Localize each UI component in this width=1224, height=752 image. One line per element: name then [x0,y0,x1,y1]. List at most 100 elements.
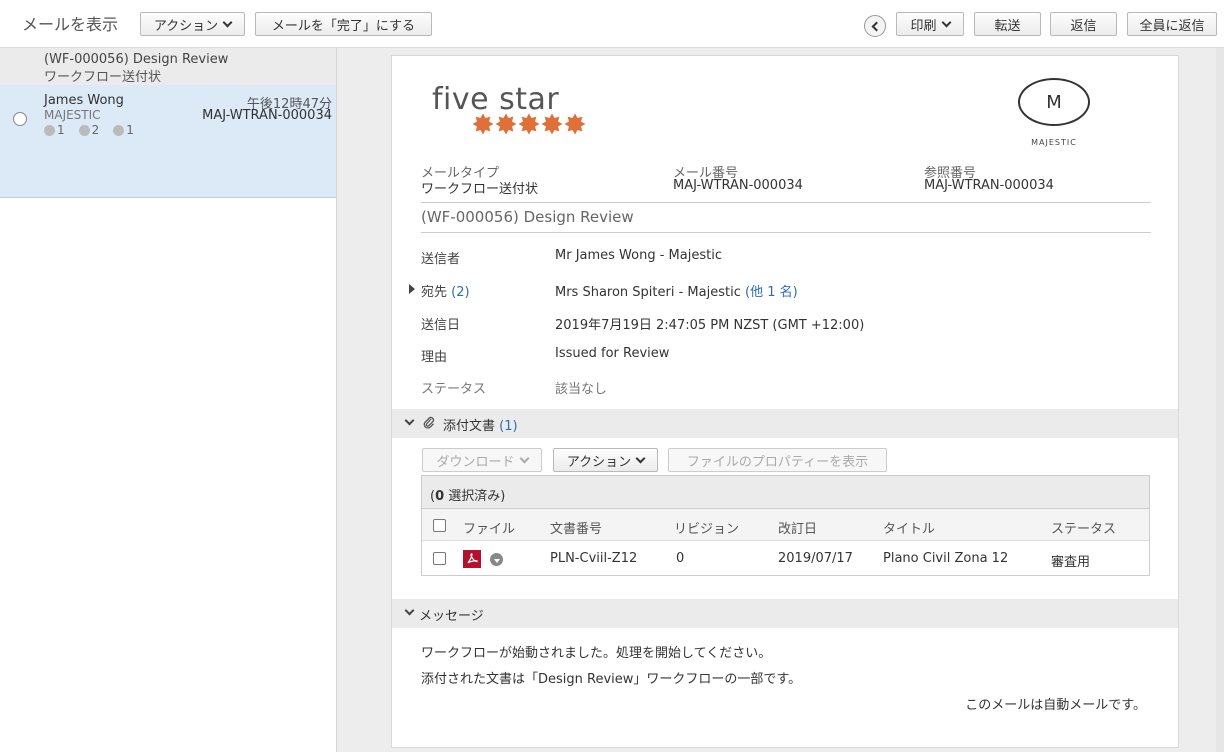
pdf-file-icon[interactable] [463,550,481,568]
attachment-icon [113,124,125,136]
thread-type: ワークフロー送付状 [44,70,162,85]
to-count: 1 [44,123,65,137]
attachment-action-label: アクション [566,454,632,470]
select-radio[interactable] [13,112,27,126]
divider [421,202,1151,203]
attachments-table: (0 選択済み) ファイル 文書番号 リビジョン 改訂日 タイトル ステータス … [421,475,1150,576]
to-value: Mrs Sharon Spiteri - Majestic [555,285,741,300]
thread-subject: (WF-000056) Design Review [44,52,229,67]
print-button[interactable]: 印刷 [896,12,964,36]
mark-complete-button[interactable]: メールを「完了」にする [255,12,432,36]
majestic-name: MAJESTIC [1031,138,1077,147]
select-all-checkbox[interactable] [433,519,446,532]
star-icon [472,113,494,135]
file-properties-button[interactable]: ファイルのプロパティーを表示 [668,448,887,472]
majestic-mark: M [1046,91,1062,113]
forward-button[interactable]: 転送 [974,12,1041,36]
reply-all-button[interactable]: 全員に返信 [1127,12,1217,36]
attachment-action-button[interactable]: アクション [553,448,658,472]
status-cell: 審査用 [1051,555,1091,570]
message-list-pane: (WF-000056) Design Review ワークフロー送付状 Jame… [0,48,337,752]
to-count-link[interactable]: (2) [451,285,469,300]
download-button[interactable]: ダウンロード [422,448,542,472]
expand-triangle-icon[interactable] [409,284,415,294]
attachments-count: (1) [499,419,518,434]
column-header-status[interactable]: ステータス [1051,518,1116,537]
to-value-group: Mrs Sharon Spiteri - Majestic (他 1 名) [555,281,798,300]
view-title: メールを表示 [22,15,119,34]
to-more-link[interactable]: (他 1 名) [745,285,798,300]
auto-mail-note: このメールは自動メールです。 [965,698,1146,713]
title-cell: Plano Civil Zona 12 [883,551,1009,566]
chevron-left-icon [871,21,882,31]
sender-name: James Wong [44,93,124,108]
to-label: 宛先 [421,285,448,300]
group-icon [44,124,55,136]
date-value: 2019年7月19日 2:47:05 PM NZST (GMT +12:00) [555,318,865,333]
print-label: 印刷 [910,18,937,34]
revised-date-cell: 2019/07/17 [778,551,853,566]
mail-number-value: MAJ-WTRAN-000034 [673,178,803,193]
star-icon [518,113,540,135]
ref-number-value: MAJ-WTRAN-000034 [924,178,1054,193]
selected-label: 選択済み) [448,489,506,504]
column-header-revision[interactable]: リビジョン [674,518,739,537]
chevron-down-icon [941,17,951,27]
divider [421,232,1151,233]
chevron-down-icon [404,415,415,426]
top-toolbar: メールを表示 アクション メールを「完了」にする 印刷 転送 返信 全員に返信 [0,0,1224,48]
table-row[interactable]: PLN-Cviil-Z12 0 2019/07/17 Plano Civil Z… [422,542,1149,575]
message-line-1: ワークフローが始動されました。処理を開始してください。 [421,646,772,661]
column-header-file[interactable]: ファイル [463,518,515,537]
message-section-header[interactable]: メッセージ [392,599,1178,628]
attachments-label: 添付文書 [443,419,496,434]
column-header-revised-date[interactable]: 改訂日 [778,518,817,537]
collapse-button[interactable] [864,15,886,37]
sender-org: MAJESTIC [44,108,101,122]
selected-count: 0 [435,489,445,504]
selection-text: (0 選択済み) [430,485,505,504]
column-header-title[interactable]: タイトル [883,518,935,537]
revision-cell: 0 [676,551,685,566]
attachment-count: 1 [113,123,134,137]
message-line-2: 添付された文書は「Design Review」ワークフローの一部です。 [421,672,802,687]
row-checkbox[interactable] [433,552,446,565]
mail-card: five star M MAJESTIC メールタイプ ワークフロー送付状 メー… [391,55,1179,748]
star-icon [541,113,563,135]
majestic-logo: M [1018,78,1090,126]
table-header: ファイル 文書番号 リビジョン 改訂日 タイトル ステータス [422,509,1149,541]
paperclip-icon [423,416,435,434]
reply-button[interactable]: 返信 [1050,12,1117,36]
doc-number-cell: PLN-Cviil-Z12 [550,551,638,566]
selection-summary: (0 選択済み) [422,476,1149,509]
mail-type-value: ワークフロー送付状 [421,182,539,197]
reason-label: 理由 [421,350,448,365]
column-header-doc-no[interactable]: 文書番号 [550,518,602,537]
to-count-value: 1 [57,123,65,137]
chevron-down-icon [635,453,646,463]
status-label: ステータス [421,382,487,397]
action-dropdown-button[interactable]: アクション [140,12,245,36]
list-item[interactable]: James Wong MAJESTIC 午後12時47分 MAJ-WTRAN-0… [0,85,336,198]
star-rating-logo [472,113,586,135]
to-label-group[interactable]: 宛先 (2) [421,281,470,300]
from-label: 送信者 [421,252,461,267]
attachments-label-group: 添付文書 (1) [443,415,518,434]
chevron-down-icon [222,17,233,27]
attachments-section-header[interactable]: 添付文書 (1) [392,409,1178,438]
status-value: 該当なし [555,382,608,397]
scrollbar[interactable] [1216,48,1224,752]
chevron-down-icon [519,453,529,463]
from-value: Mr James Wong - Majestic [555,248,722,263]
message-section-label: メッセージ [419,609,484,624]
star-icon [564,113,586,135]
mail-subject: (WF-000056) Design Review [421,208,634,226]
download-label: ダウンロード [436,454,515,470]
action-label: アクション [153,18,219,34]
reason-value: Issued for Review [555,346,670,361]
recipient-counts: 1 2 1 [44,123,134,137]
message-number: MAJ-WTRAN-000034 [202,108,332,123]
file-menu-dropdown-icon[interactable] [490,553,503,566]
thread-header[interactable]: (WF-000056) Design Review ワークフロー送付状 [0,48,336,85]
chevron-down-icon [404,605,415,616]
